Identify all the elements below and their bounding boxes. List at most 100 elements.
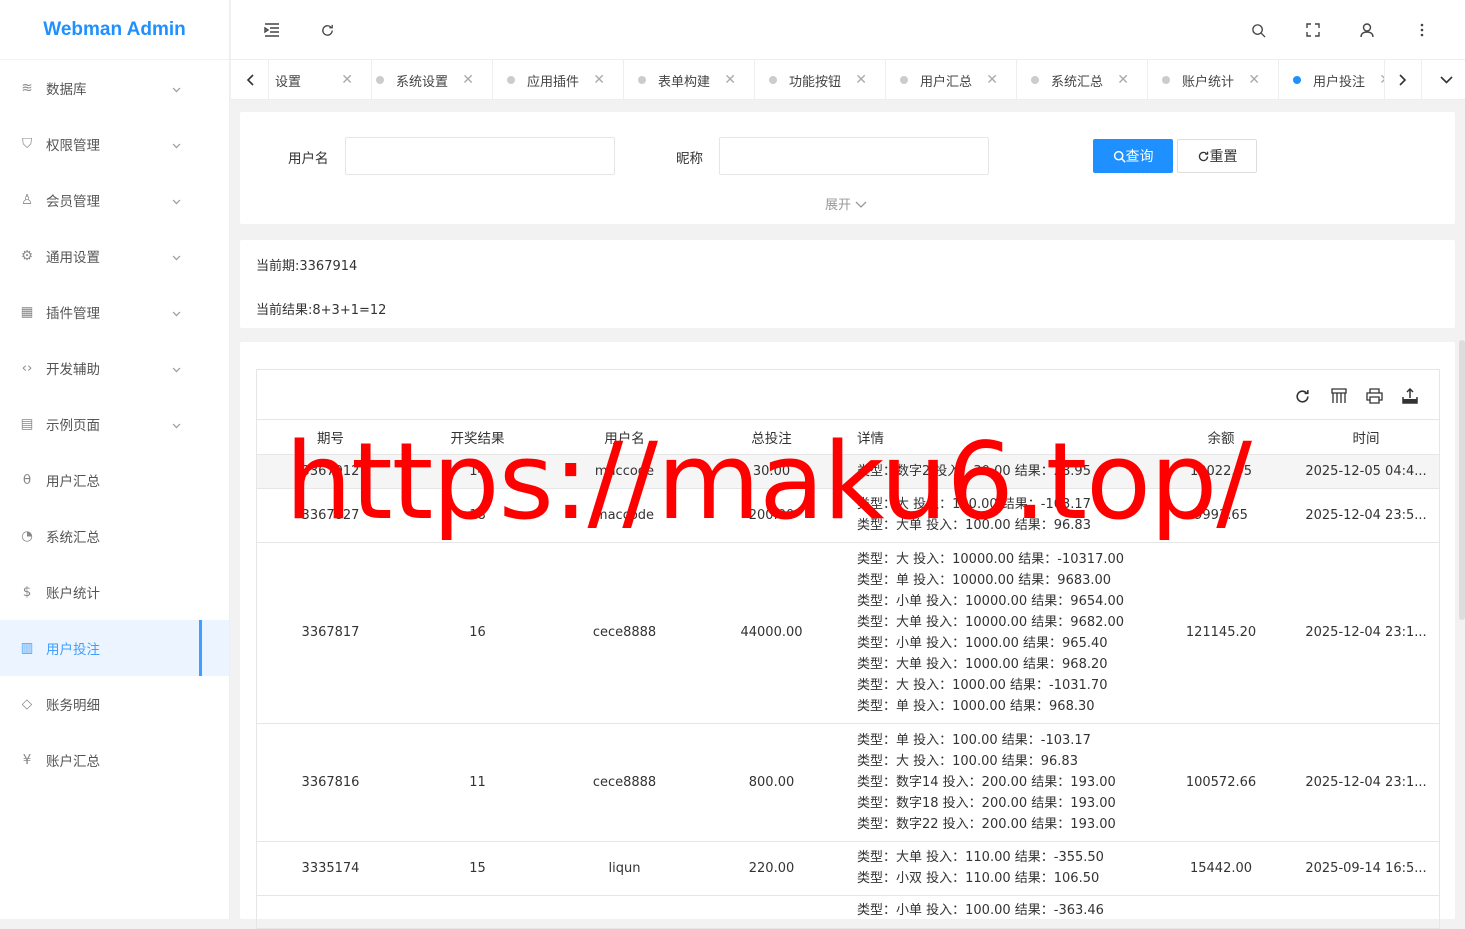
table-row[interactable]: 3367912 14 maccode 30.00 类型：数字2 投入：30.00 结果：…	[257, 454, 1439, 489]
sidebar-item-2[interactable]: ♙ 会员管理	[0, 172, 229, 228]
tab-1[interactable]: 系统设置 ✕	[362, 60, 493, 100]
menu-fold-icon[interactable]	[262, 20, 282, 40]
search-icon[interactable]	[1248, 20, 1268, 40]
sidebar-item-label: 通用设置	[46, 250, 100, 266]
sidebar-item-10[interactable]: ▥ 用户投注	[0, 620, 229, 676]
col-period[interactable]: 期号	[257, 420, 404, 455]
cell-details: 类型：数字2 投入：30.00 结果：28.95	[845, 454, 1151, 489]
export-icon[interactable]	[1400, 386, 1420, 406]
sidebar-item-12[interactable]: ¥ 账户汇总	[0, 732, 229, 788]
tab-dropdown-icon[interactable]	[1427, 60, 1465, 100]
bet-table: 期号 开奖结果 用户名 总投注 详情 余额 时间 3367912 14 maccod…	[257, 420, 1439, 928]
username-input[interactable]	[345, 137, 615, 175]
chevron-down-icon	[855, 201, 867, 208]
tab-5[interactable]: 用户汇总 ✕	[886, 60, 1017, 100]
cell-user	[551, 895, 698, 928]
detail-line: 类型：大单 投入：110.00 结果：-355.50	[857, 850, 1104, 865]
chevron-down-icon	[172, 305, 181, 321]
user-icon: ♙	[20, 192, 34, 208]
close-icon[interactable]: ✕	[462, 72, 474, 88]
tab-8[interactable]: 用户投注✕	[1279, 60, 1384, 100]
query-button[interactable]: 查询	[1093, 139, 1173, 173]
sidebar-item-1[interactable]: ⛉ 权限管理	[0, 116, 229, 172]
detail-line: 类型：数字14 投入：200.00 结果：193.00	[857, 774, 1116, 790]
col-balance[interactable]: 余额	[1151, 420, 1291, 455]
tab-6[interactable]: 系统汇总 ✕	[1017, 60, 1148, 100]
col-username[interactable]: 用户名	[551, 420, 698, 455]
tab-7[interactable]: 账户统计 ✕	[1148, 60, 1279, 100]
apps-icon: ▦	[20, 304, 34, 320]
tab-3[interactable]: 表单构建 ✕	[624, 60, 755, 100]
page-scrollbar[interactable]	[1459, 340, 1465, 620]
table-row[interactable]: 3335174 15 liqun 220.00 类型：大单 投入：110.00 结果：-…	[257, 841, 1439, 896]
cell-user: cece8888	[551, 723, 698, 842]
tab-scroll-right-icon[interactable]	[1384, 60, 1422, 100]
sidebar-item-label: 会员管理	[46, 194, 100, 210]
col-time[interactable]: 时间	[1291, 420, 1439, 455]
reset-button[interactable]: 重置	[1177, 139, 1257, 173]
table-refresh-icon[interactable]	[1292, 386, 1312, 406]
app-logo[interactable]: Webman Admin	[0, 0, 229, 60]
tab-0[interactable]: 设置 ✕	[269, 60, 372, 100]
current-result: 当前结果:8+3+1=12	[256, 303, 387, 318]
cell-balance: 121145.20	[1151, 542, 1291, 724]
sidebar-item-0[interactable]: ≋ 数据库	[0, 60, 229, 116]
close-icon[interactable]: ✕	[1117, 72, 1129, 88]
sidebar-item-label: 权限管理	[46, 138, 100, 154]
tab-list: 设置 ✕ 系统设置 ✕ 应用插件 ✕ 表单构建 ✕ 功能按钮 ✕ 用户汇总 ✕ 系统汇总 ✕ 账户统计 ✕ 用户…	[269, 60, 1384, 100]
sidebar-item-11[interactable]: ◇ 账务明细	[0, 676, 229, 732]
cell-total	[698, 895, 845, 928]
chevron-down-icon	[172, 81, 181, 97]
fullscreen-icon[interactable]	[1303, 20, 1323, 40]
table-row[interactable]: 3367816 11 cece8888 800.00 类型：单 投入：100.00 结果…	[257, 723, 1439, 842]
print-icon[interactable]	[1364, 386, 1384, 406]
sidebar-item-label: 系统汇总	[46, 530, 100, 546]
topbar	[231, 0, 1465, 60]
sidebar-item-7[interactable]: θ 用户汇总	[0, 452, 229, 508]
cell-balance: 100572.66	[1151, 723, 1291, 842]
close-icon[interactable]: ✕	[855, 72, 867, 88]
col-details[interactable]: 详情	[845, 420, 1151, 455]
tab-label: 用户投注	[1313, 74, 1366, 90]
refresh-icon[interactable]	[317, 20, 337, 40]
user-icon[interactable]	[1357, 20, 1377, 40]
sidebar-item-9[interactable]: $ 账户统计	[0, 564, 229, 620]
reset-icon	[1198, 151, 1208, 161]
sidebar-item-8[interactable]: ◔ 系统汇总	[0, 508, 229, 564]
col-total-bet[interactable]: 总投注	[698, 420, 845, 455]
close-icon[interactable]: ✕	[593, 72, 605, 88]
chevron-down-icon	[172, 249, 181, 265]
detail-line: 类型：大 投入：1000.00 结果：-1031.70	[857, 677, 1108, 693]
chevron-down-icon	[172, 193, 181, 209]
table-row[interactable]: 3367827 18 maccode 200.00 类型：大 投入：100.00 结果：…	[257, 488, 1439, 543]
more-vertical-icon[interactable]	[1412, 20, 1432, 40]
close-icon[interactable]: ✕	[1248, 72, 1260, 88]
close-icon[interactable]: ✕	[986, 72, 998, 88]
sidebar-item-label: 账务明细	[46, 698, 100, 714]
tab-2[interactable]: 应用插件 ✕	[493, 60, 624, 100]
tab-dot-icon	[900, 76, 908, 84]
sidebar-item-4[interactable]: ▦ 插件管理	[0, 284, 229, 340]
table-row[interactable]: 3367817 16 cece8888 44000.00 类型：大 投入：10000.0…	[257, 542, 1439, 724]
sidebar-item-5[interactable]: ‹› 开发辅助	[0, 340, 229, 396]
sidebar-item-3[interactable]: ⚙ 通用设置	[0, 228, 229, 284]
diamond-icon: ◇	[21, 696, 33, 712]
close-icon[interactable]: ✕	[724, 72, 736, 88]
col-result[interactable]: 开奖结果	[404, 420, 551, 455]
tab-label: 系统汇总	[1051, 74, 1104, 90]
tab-4[interactable]: 功能按钮 ✕	[755, 60, 886, 100]
tab-scroll-left-icon[interactable]	[231, 60, 269, 100]
close-icon[interactable]: ✕	[341, 72, 353, 88]
cell-total: 200.00	[698, 488, 845, 543]
sidebar-item-label: 数据库	[46, 82, 87, 98]
nickname-input[interactable]	[719, 137, 989, 175]
detail-line: 类型：大 投入：100.00 结果：-103.17	[857, 497, 1091, 512]
sidebar-item-6[interactable]: ▤ 示例页面	[0, 396, 229, 452]
theta-icon: θ	[22, 472, 32, 488]
table-row[interactable]: 类型：小单 投入：100.00 结果：-363.46	[257, 895, 1439, 928]
column-filter-icon[interactable]	[1329, 386, 1349, 406]
tab-label: 账户统计	[1182, 74, 1235, 90]
detail-line: 类型：小双 投入：110.00 结果：106.50	[857, 871, 1100, 886]
table-panel: 期号 开奖结果 用户名 总投注 详情 余额 时间 3367912 14 maccod…	[240, 342, 1455, 929]
expand-toggle[interactable]: 展开	[825, 194, 867, 213]
